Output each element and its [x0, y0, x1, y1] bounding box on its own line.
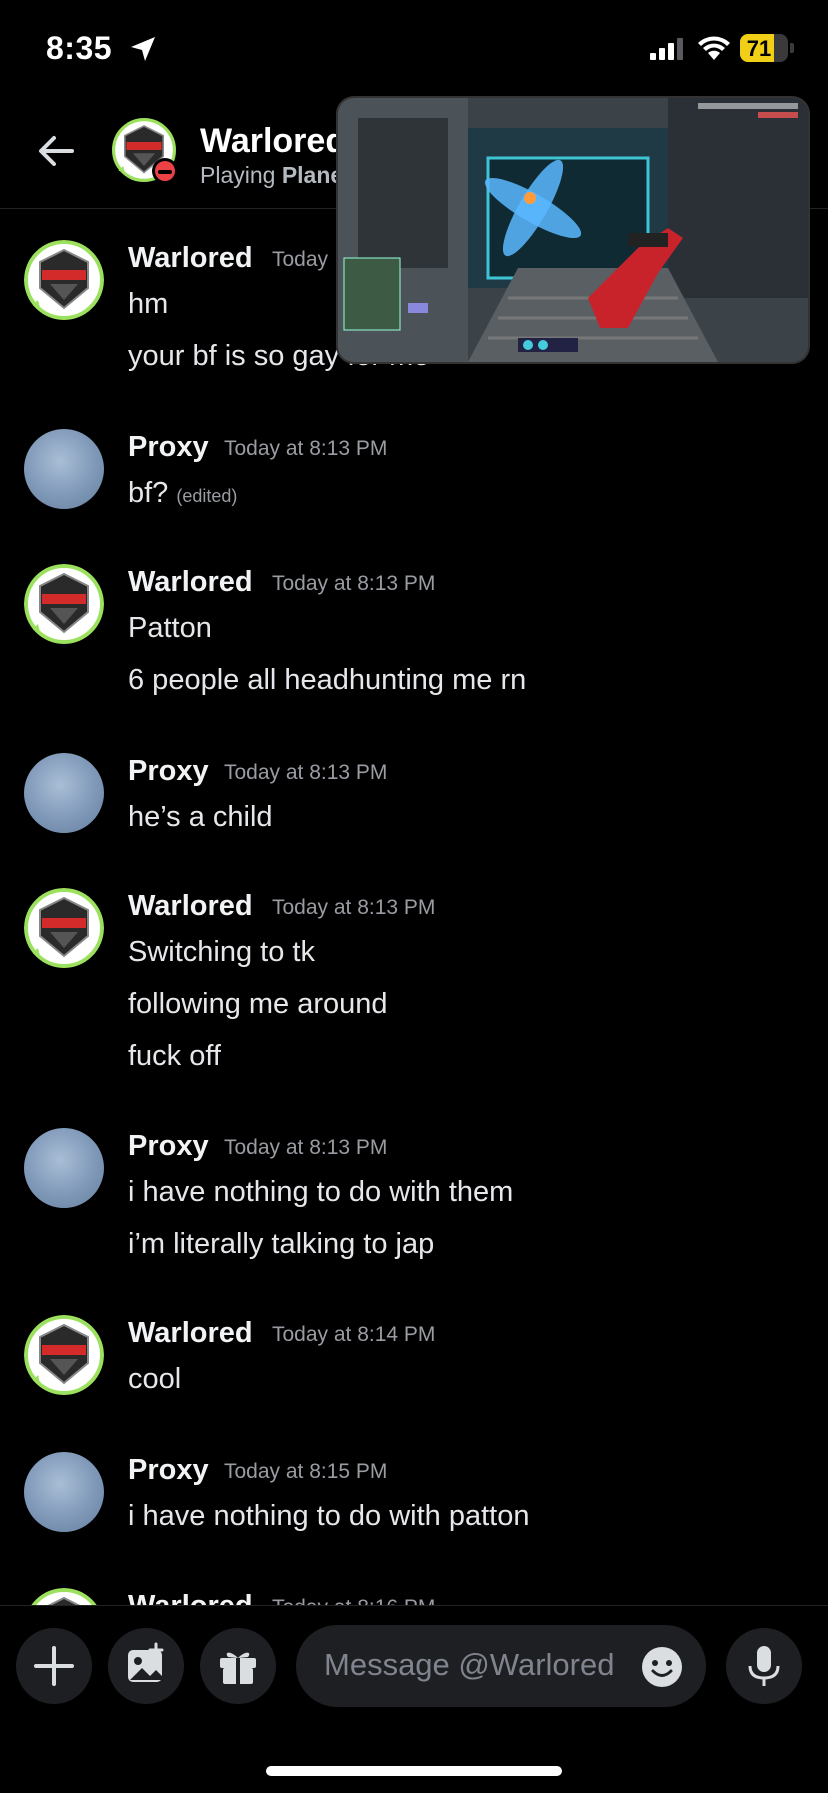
battery-cap [790, 43, 794, 53]
message-timestamp: Today at 8:14 PM [272, 1323, 436, 1346]
message-author[interactable]: Warlored [128, 1590, 253, 1605]
message-list[interactable]: Warlored Today hm your bf is so gay for … [0, 210, 828, 1605]
header-activity: Playing Plane [200, 162, 343, 189]
message-author[interactable]: Proxy [128, 1130, 209, 1163]
warlored-avatar[interactable] [24, 1315, 104, 1395]
message-text[interactable]: 6 people all headhunting me rn [128, 664, 526, 697]
back-arrow-icon[interactable] [32, 126, 82, 176]
message-timestamp: Today at 8:16 PM [272, 1596, 435, 1605]
emoji-icon[interactable] [640, 1645, 684, 1689]
home-indicator[interactable] [266, 1766, 562, 1776]
battery-icon: 71 [740, 34, 788, 62]
warlored-avatar[interactable] [24, 564, 104, 644]
battery-percent: 71 [746, 36, 772, 61]
message-author[interactable]: Warlored [128, 1317, 253, 1350]
voice-message-button[interactable] [726, 1628, 802, 1704]
message-text[interactable]: he’s a child [128, 801, 273, 834]
warlored-avatar[interactable] [24, 888, 104, 968]
message-timestamp: Today at 8:13 PM [224, 437, 388, 460]
message-text[interactable]: bf? (edited) [128, 477, 237, 510]
game-stream-frame [338, 98, 808, 362]
message-author[interactable]: Warlored [128, 566, 253, 599]
media-picker-button[interactable] [108, 1628, 184, 1704]
message-input[interactable]: Message @Warlored [296, 1625, 706, 1707]
message-text[interactable]: i’m literally talking to jap [128, 1228, 434, 1261]
stream-pip-window[interactable] [336, 96, 810, 364]
message-text[interactable]: hm [128, 288, 168, 321]
message-timestamp: Today at 8:15 PM [224, 1460, 388, 1483]
wifi-icon [698, 36, 730, 60]
activity-game: Plane [281, 162, 344, 188]
message-text[interactable]: i have nothing to do with them [128, 1176, 513, 1209]
message-author[interactable]: Proxy [128, 755, 209, 788]
message-text-content: bf? [128, 477, 169, 509]
message-timestamp: Today at 8:13 PM [272, 896, 436, 919]
message-text[interactable]: fuck off [128, 1040, 221, 1073]
message-timestamp: Today at 8:13 PM [224, 1136, 388, 1159]
message-input-placeholder: Message @Warlored [324, 1647, 615, 1682]
proxy-avatar[interactable] [24, 429, 104, 509]
proxy-avatar[interactable] [24, 1452, 104, 1532]
message-timestamp: Today at 8:13 PM [224, 761, 388, 784]
message-text[interactable]: Patton [128, 612, 212, 645]
location-arrow-icon [131, 37, 155, 61]
message-timestamp: Today at 8:13 PM [272, 572, 436, 595]
gift-icon [220, 1652, 256, 1684]
edited-tag: (edited) [176, 486, 238, 506]
header-username[interactable]: Warlored [200, 122, 346, 161]
message-text[interactable]: Switching to tk [128, 936, 315, 969]
message-author[interactable]: Proxy [128, 1454, 209, 1487]
gift-button[interactable] [200, 1628, 276, 1704]
message-text[interactable]: cool [128, 1363, 181, 1396]
message-author[interactable]: Proxy [128, 431, 209, 464]
message-timestamp: Today [272, 248, 329, 271]
image-icon [128, 1642, 164, 1682]
message-text[interactable]: following me around [128, 988, 388, 1021]
warlored-avatar[interactable] [24, 240, 104, 320]
microphone-icon [748, 1646, 780, 1686]
message-text[interactable]: i have nothing to do with patton [128, 1500, 529, 1533]
message-composer: Message @Warlored [0, 1605, 828, 1793]
activity-prefix: Playing [200, 162, 276, 188]
plus-icon [34, 1646, 74, 1686]
status-bar: 8:35 71 [0, 0, 828, 100]
warlored-avatar[interactable] [24, 1588, 104, 1605]
cellular-signal-icon [650, 38, 683, 60]
proxy-avatar[interactable] [24, 753, 104, 833]
message-author[interactable]: Warlored [128, 890, 253, 923]
add-attachment-button[interactable] [16, 1628, 92, 1704]
dnd-status-bar [158, 170, 172, 174]
message-author[interactable]: Warlored [128, 242, 253, 275]
status-time: 8:35 [46, 30, 113, 66]
proxy-avatar[interactable] [24, 1128, 104, 1208]
